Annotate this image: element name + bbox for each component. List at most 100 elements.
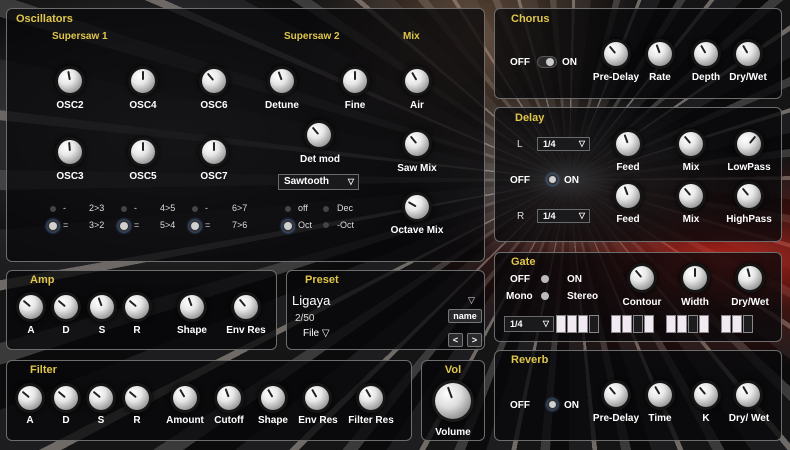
gate-step[interactable] xyxy=(743,315,753,333)
fine-knob[interactable] xyxy=(343,69,367,93)
gate-step[interactable] xyxy=(567,315,577,333)
preset-panel: Preset Ligaya 2/50 File ▽ ▽ name < > xyxy=(286,270,485,350)
delay-feed-l-knob[interactable] xyxy=(616,132,640,156)
gate-step[interactable] xyxy=(688,315,698,333)
gate-step[interactable] xyxy=(633,315,643,333)
preset-menu-icon[interactable]: ▽ xyxy=(468,295,475,306)
gate-step[interactable] xyxy=(677,315,687,333)
filter-cutoff-knob[interactable] xyxy=(217,386,241,410)
chevron-down-icon: ▽ xyxy=(578,139,585,148)
air-knob[interactable] xyxy=(405,69,429,93)
amp-r-knob[interactable] xyxy=(125,295,149,319)
gate-width-knob[interactable] xyxy=(683,266,707,290)
gate-panel: Gate OFF ON Mono Stereo Contour Width Dr… xyxy=(494,252,782,342)
delay-toggle[interactable] xyxy=(549,176,556,183)
mod-oct-label: Oct xyxy=(298,220,313,230)
fine-label: Fine xyxy=(344,100,366,111)
gate-step[interactable] xyxy=(556,315,566,333)
route-radio-selected[interactable] xyxy=(191,222,199,230)
gate-contour-knob[interactable] xyxy=(630,266,654,290)
filter-a-knob[interactable] xyxy=(18,386,42,410)
osc7-knob[interactable] xyxy=(202,140,226,164)
waveform-value: Sawtooth xyxy=(284,176,329,187)
gate-mode-toggle[interactable] xyxy=(541,292,549,300)
amp-envres-knob[interactable] xyxy=(234,295,258,319)
osc2-label: OSC2 xyxy=(56,100,84,111)
filter-filterres-knob[interactable] xyxy=(359,386,383,410)
chorus-predelay-label: Pre-Delay xyxy=(592,72,640,83)
detune-knob[interactable] xyxy=(270,69,294,93)
reverb-toggle[interactable] xyxy=(549,401,556,408)
filter-shape-knob[interactable] xyxy=(261,386,285,410)
waveform-dropdown[interactable]: Sawtooth ▽ xyxy=(278,174,359,190)
octavemix-knob[interactable] xyxy=(405,195,429,219)
delay-title: Delay xyxy=(515,112,545,124)
amp-a-label: A xyxy=(27,325,35,336)
gate-toggle[interactable] xyxy=(541,275,549,283)
chorus-drywet-knob[interactable] xyxy=(736,42,760,66)
route-dot[interactable] xyxy=(121,206,127,212)
reverb-drywet-knob[interactable] xyxy=(736,383,760,407)
chorus-rate-knob[interactable] xyxy=(648,42,672,66)
gate-step[interactable] xyxy=(622,315,632,333)
mod-neg-oct-radio[interactable] xyxy=(323,222,329,228)
sawmix-knob[interactable] xyxy=(405,132,429,156)
gate-step[interactable] xyxy=(732,315,742,333)
osc5-knob[interactable] xyxy=(131,140,155,164)
delay-r-dropdown[interactable]: 1/4 ▽ xyxy=(537,209,590,223)
chorus-predelay-knob[interactable] xyxy=(604,42,628,66)
osc5-label: OSC5 xyxy=(129,171,157,182)
reverb-predelay-knob[interactable] xyxy=(604,383,628,407)
osc7-label: OSC7 xyxy=(200,171,228,182)
route-dot[interactable] xyxy=(50,206,56,212)
preset-prev-button[interactable]: < xyxy=(448,333,463,347)
delay-l-dropdown[interactable]: 1/4 ▽ xyxy=(537,137,590,151)
detmod-knob[interactable] xyxy=(307,123,331,147)
osc3-knob[interactable] xyxy=(58,140,82,164)
chorus-toggle[interactable] xyxy=(537,56,557,68)
gate-step[interactable] xyxy=(699,315,709,333)
gate-step[interactable] xyxy=(578,315,588,333)
volume-knob[interactable] xyxy=(435,383,471,419)
amp-a-knob[interactable] xyxy=(19,295,43,319)
gate-step[interactable] xyxy=(721,315,731,333)
amp-d-knob[interactable] xyxy=(54,295,78,319)
mod-dec-radio[interactable] xyxy=(323,206,329,212)
gate-width-label: Width xyxy=(681,297,709,308)
gate-step[interactable] xyxy=(666,315,676,333)
delay-lowpass-knob[interactable] xyxy=(737,132,761,156)
route-radio-selected[interactable] xyxy=(49,222,57,230)
reverb-k-knob[interactable] xyxy=(694,383,718,407)
gate-rate-dropdown[interactable]: 1/4 ▽ xyxy=(504,316,554,332)
amp-s-knob[interactable] xyxy=(90,295,114,319)
delay-mix-l-knob[interactable] xyxy=(679,132,703,156)
gate-step[interactable] xyxy=(644,315,654,333)
osc2-knob[interactable] xyxy=(58,69,82,93)
delay-mix-r-knob[interactable] xyxy=(679,184,703,208)
oscillators-panel: Oscillators Supersaw 1 Supersaw 2 Mix OS… xyxy=(6,8,485,262)
delay-highpass-knob[interactable] xyxy=(737,184,761,208)
filter-d-knob[interactable] xyxy=(54,386,78,410)
filter-r-knob[interactable] xyxy=(125,386,149,410)
filter-s-knob[interactable] xyxy=(89,386,113,410)
gate-step[interactable] xyxy=(589,315,599,333)
chorus-depth-knob[interactable] xyxy=(694,42,718,66)
mod-oct-radio[interactable] xyxy=(284,222,292,230)
preset-file-menu[interactable]: File ▽ xyxy=(303,328,330,339)
gate-on-label: ON xyxy=(567,274,582,285)
gate-drywet-knob[interactable] xyxy=(738,266,762,290)
preset-next-button[interactable]: > xyxy=(467,333,482,347)
reverb-time-knob[interactable] xyxy=(648,383,672,407)
filter-cutoff-label: Cutoff xyxy=(214,415,244,426)
mod-off-radio[interactable] xyxy=(285,206,291,212)
filter-envres-knob[interactable] xyxy=(305,386,329,410)
route-radio-selected[interactable] xyxy=(120,222,128,230)
filter-amount-knob[interactable] xyxy=(173,386,197,410)
amp-shape-knob[interactable] xyxy=(180,295,204,319)
preset-name-button[interactable]: name xyxy=(448,309,482,323)
route-dot[interactable] xyxy=(192,206,198,212)
delay-feed-r-knob[interactable] xyxy=(616,184,640,208)
gate-step[interactable] xyxy=(611,315,621,333)
osc6-knob[interactable] xyxy=(202,69,226,93)
osc4-knob[interactable] xyxy=(131,69,155,93)
